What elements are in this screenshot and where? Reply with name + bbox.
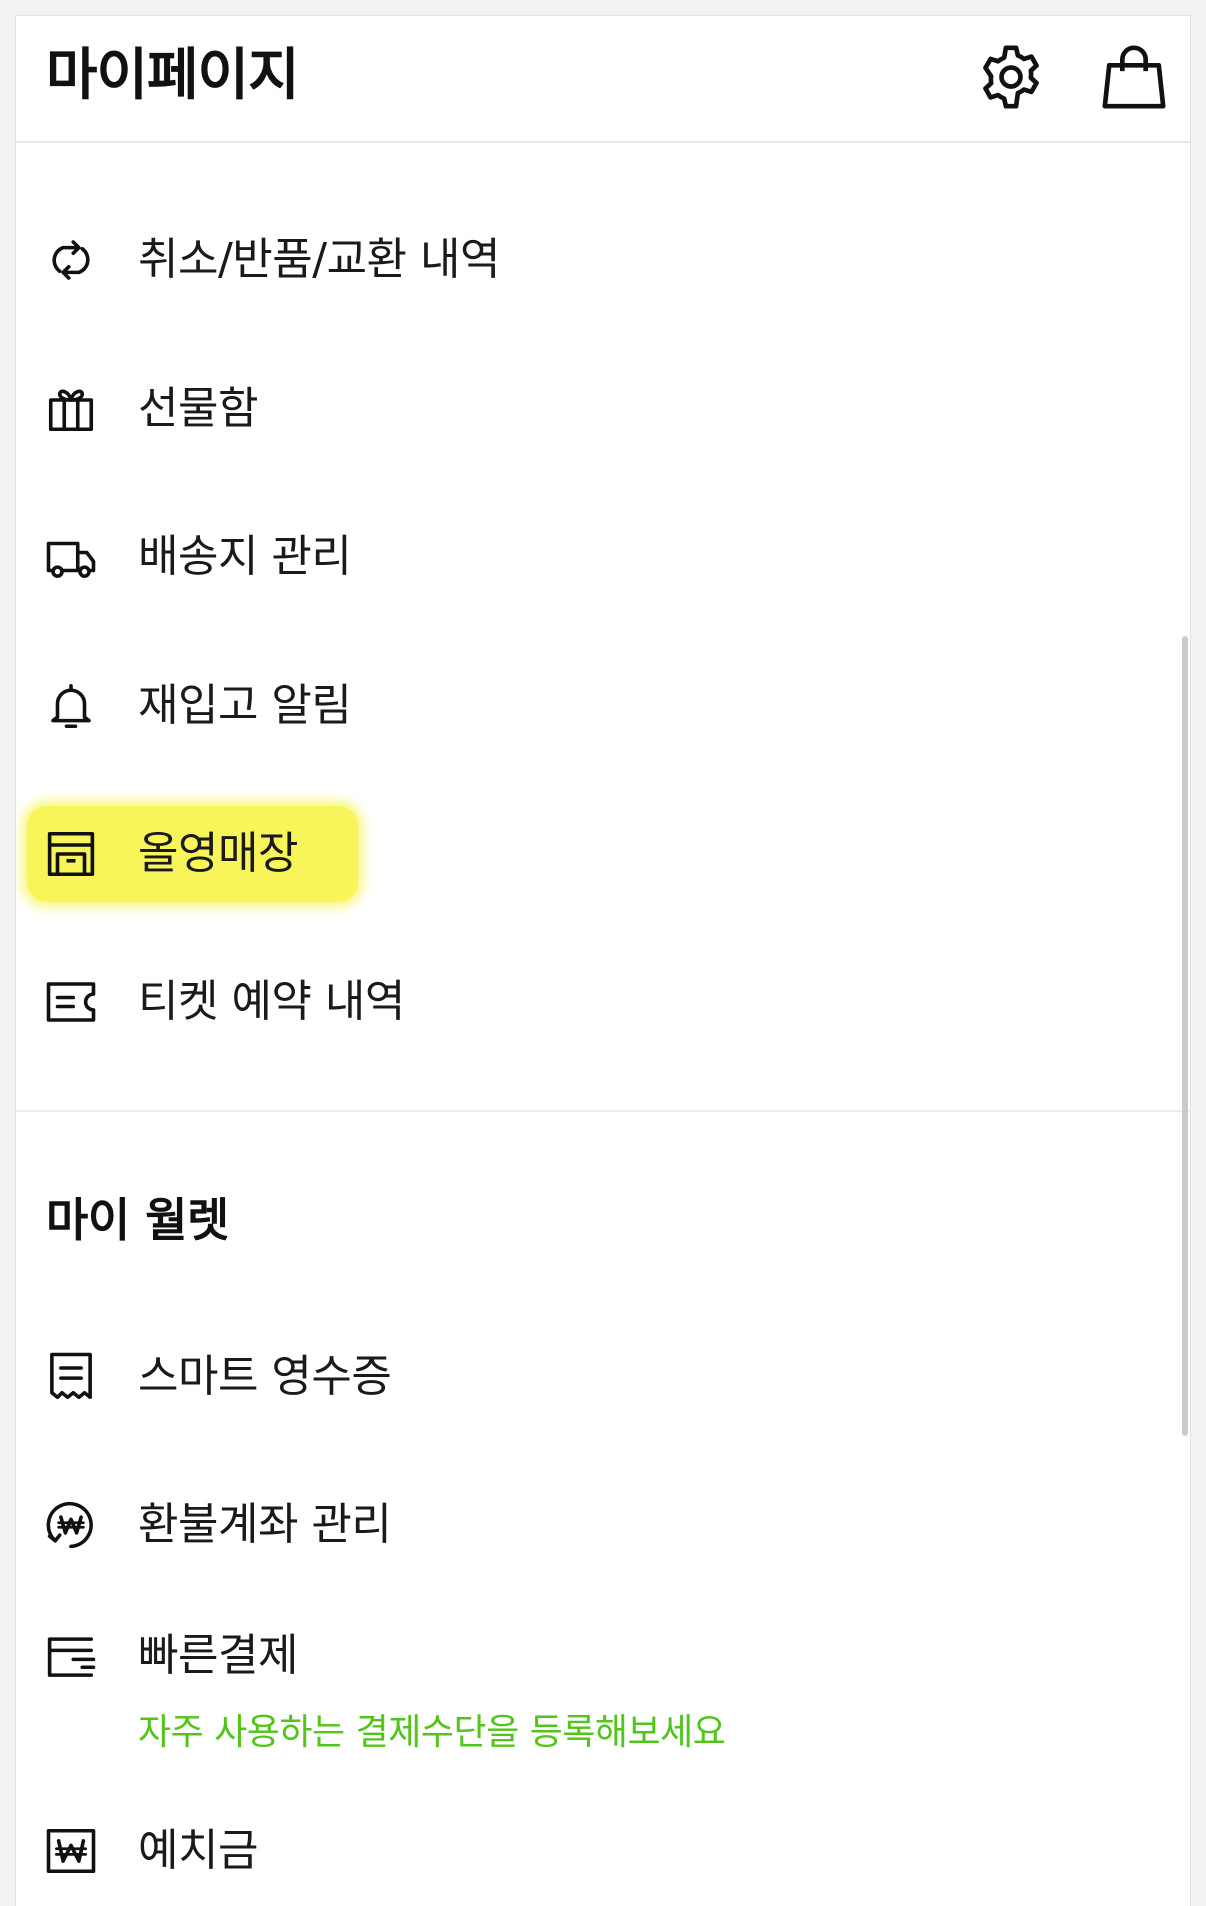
wallet-section-title: 마이 월렛 bbox=[46, 1193, 229, 1247]
menu-item-label: 예치금 bbox=[138, 1825, 258, 1876]
card-icon bbox=[44, 1629, 98, 1683]
menu-item-shipping-address[interactable]: 배송지 관리 bbox=[16, 502, 1190, 612]
menu-item-label: 취소/반품/교환 내역 bbox=[138, 234, 500, 285]
menu-item-restock-alert[interactable]: 재입고 알림 bbox=[16, 651, 1190, 761]
store-icon bbox=[44, 827, 98, 881]
menu-item-label: 티켓 예약 내역 bbox=[138, 976, 405, 1027]
mypage-panel: 마이페이지 취소/반품/교환 내역 선물함 배송지 관리 재입고 알림 올영매장… bbox=[15, 15, 1191, 1906]
menu-item-smart-receipt[interactable]: 스마트 영수증 bbox=[16, 1322, 1190, 1432]
bell-icon bbox=[44, 679, 98, 733]
page-title: 마이페이지 bbox=[46, 43, 300, 108]
quick-pay-hint: 자주 사용하는 결제수단을 등록해보세요 bbox=[138, 1712, 726, 1753]
ticket-icon bbox=[44, 975, 98, 1029]
gift-icon bbox=[44, 382, 98, 436]
section-divider bbox=[16, 1110, 1190, 1112]
menu-item-oliveyoung-store[interactable]: 올영매장 bbox=[16, 799, 1190, 909]
won-box-icon bbox=[44, 1824, 98, 1878]
menu-item-label: 배송지 관리 bbox=[138, 531, 352, 582]
menu-item-quick-pay[interactable]: 빠른결제 bbox=[16, 1601, 1190, 1711]
menu-item-cancel-return-exchange[interactable]: 취소/반품/교환 내역 bbox=[16, 205, 1190, 315]
menu-item-label: 올영매장 bbox=[138, 828, 298, 879]
menu-item-label: 선물함 bbox=[138, 383, 258, 434]
menu-item-ticket-reservations[interactable]: 티켓 예약 내역 bbox=[16, 947, 1190, 1057]
menu-item-label: 스마트 영수증 bbox=[138, 1351, 392, 1402]
shopping-bag-icon[interactable] bbox=[1099, 42, 1169, 112]
refresh-arrows-icon bbox=[44, 233, 98, 287]
gear-icon[interactable] bbox=[976, 42, 1046, 112]
menu-item-label: 빠른결제 bbox=[138, 1630, 298, 1681]
menu-item-label: 재입고 알림 bbox=[138, 680, 352, 731]
refund-won-icon bbox=[44, 1498, 98, 1552]
menu-item-label: 환불계좌 관리 bbox=[138, 1499, 392, 1550]
menu-item-refund-account[interactable]: 환불계좌 관리 bbox=[16, 1470, 1190, 1580]
scrollbar-thumb[interactable] bbox=[1182, 636, 1188, 1436]
receipt-icon bbox=[44, 1350, 98, 1404]
menu-item-deposit[interactable]: 예치금 bbox=[16, 1796, 1190, 1906]
header: 마이페이지 bbox=[16, 16, 1190, 143]
menu-item-gift-box[interactable]: 선물함 bbox=[16, 354, 1190, 464]
truck-icon bbox=[44, 530, 98, 584]
